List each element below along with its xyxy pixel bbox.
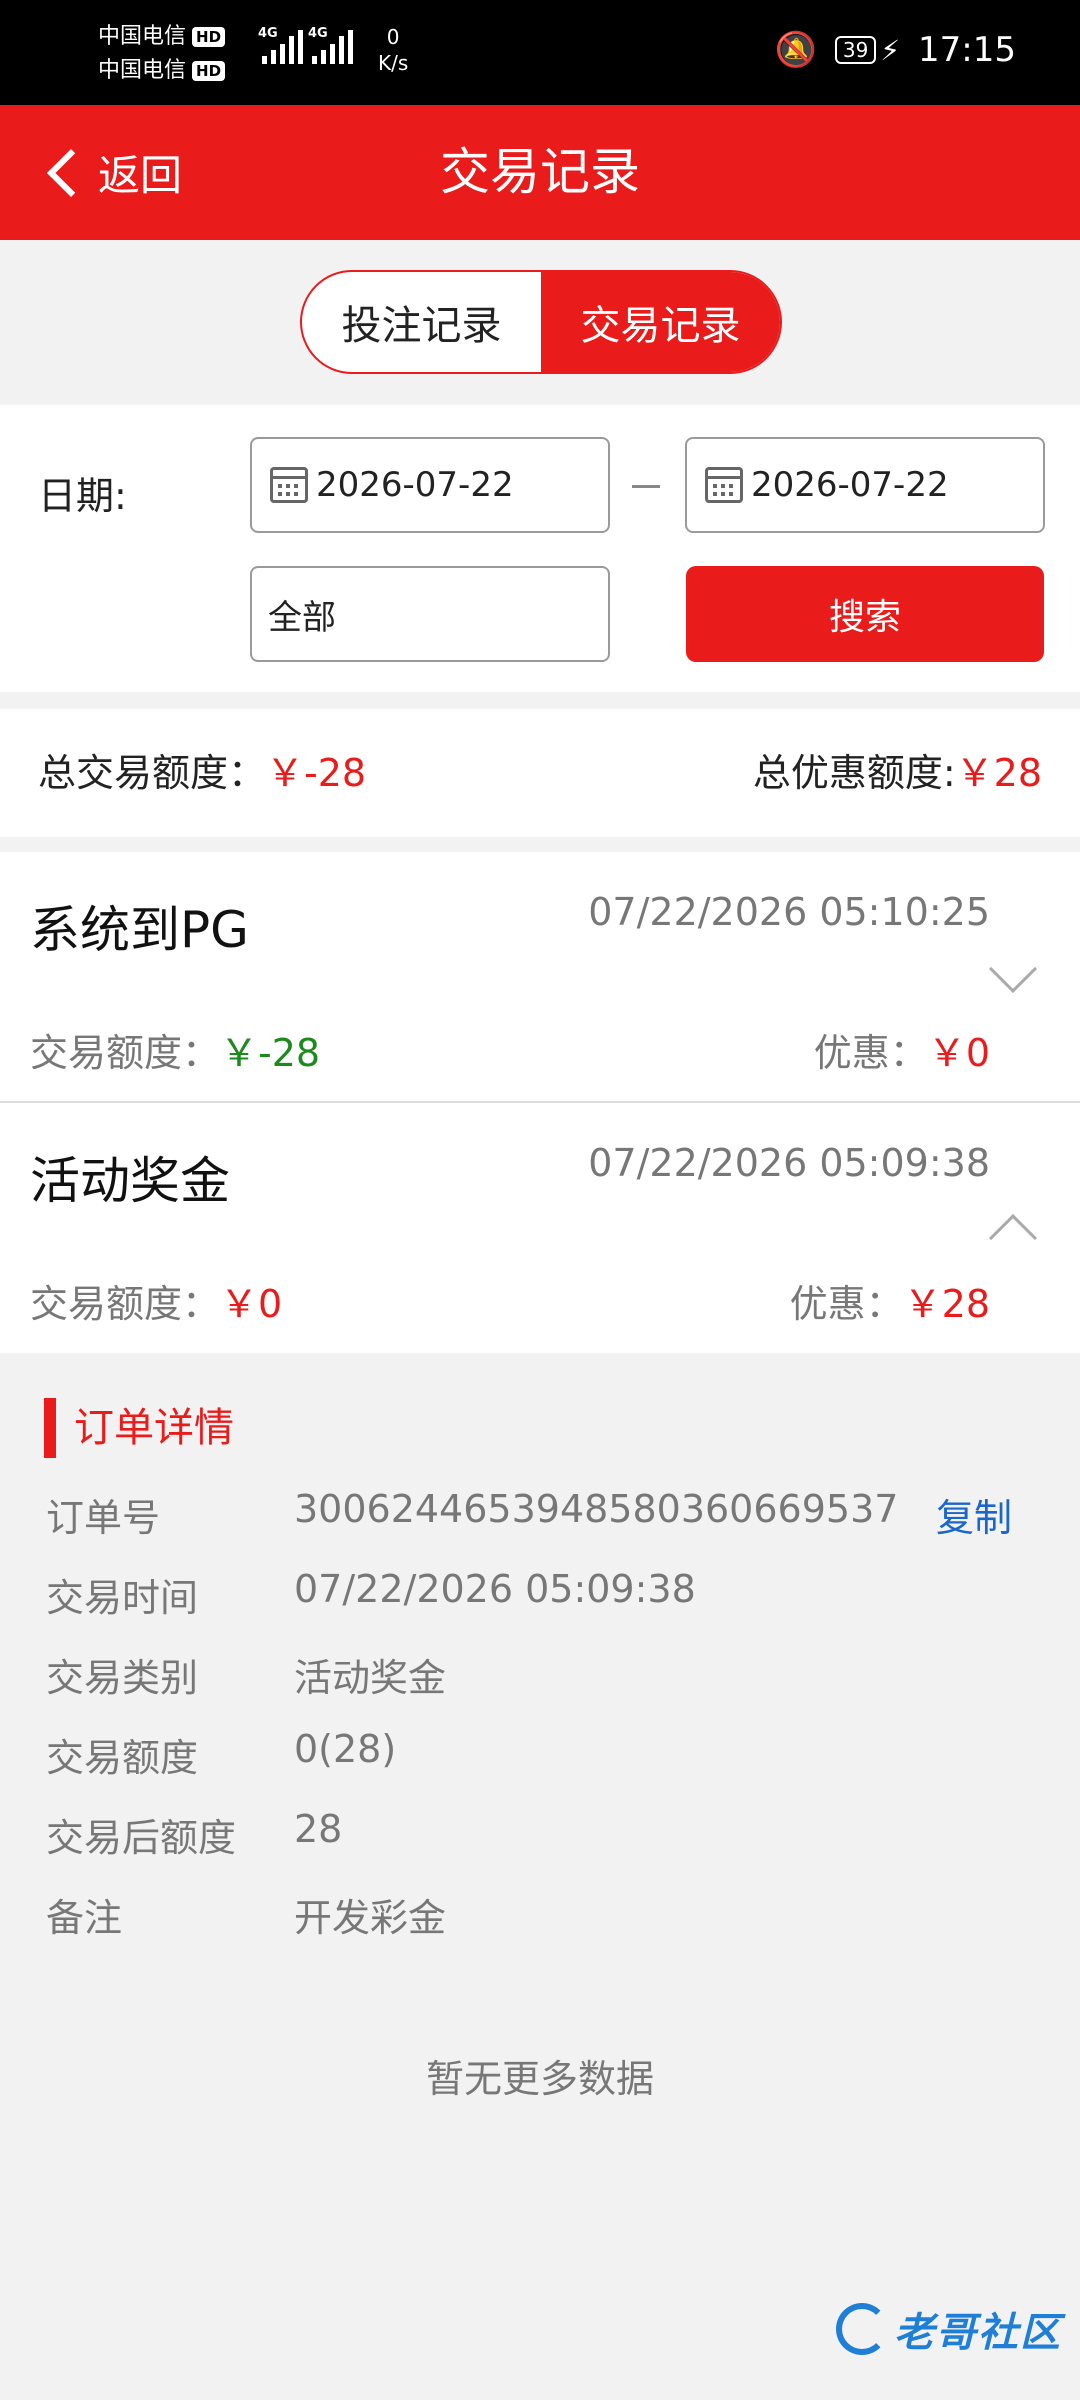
network-speed: 0 K/s — [378, 25, 409, 75]
order-details-title: 订单详情 — [44, 1398, 234, 1458]
record-discount-value: ￥0 — [927, 1031, 990, 1075]
record-time: 07/22/2026 05:09:38 — [588, 1141, 990, 1185]
total-discount: 总优惠额度:￥28 — [753, 709, 1042, 837]
total-transaction-value: ￥-28 — [266, 751, 367, 795]
dragon-logo-icon — [836, 2303, 888, 2355]
tab-bet-records[interactable]: 投注记录 — [302, 272, 541, 372]
hd-badge: HD — [192, 27, 226, 47]
record-discount: 优惠：￥28 — [789, 1282, 990, 1326]
signal-icon: 4G — [308, 26, 353, 64]
record-amount: 交易额度：￥-28 — [30, 1031, 321, 1075]
app-header: 返回 交易记录 — [0, 105, 1080, 240]
total-transaction-label: 总交易额度： — [38, 751, 267, 795]
carrier-2: 中国电信 — [98, 58, 187, 83]
search-button[interactable]: 搜索 — [686, 566, 1044, 662]
record-amount: 交易额度：￥0 — [30, 1282, 283, 1326]
detail-transaction-time: 交易时间 07/22/2026 05:09:38 — [46, 1567, 696, 1620]
bell-off-icon: 🔕 — [774, 30, 817, 70]
detail-transaction-amount: 交易额度 0(28) — [46, 1727, 397, 1780]
filter-panel: 日期: 2026-07-22 2026-07-22 全部 搜索 — [0, 405, 1080, 692]
totals-bar: 总交易额度：￥-28 总优惠额度:￥28 — [0, 709, 1080, 837]
hd-badge: HD — [192, 61, 226, 81]
clock: 17:15 — [918, 30, 1016, 70]
copy-button[interactable]: 复制 — [936, 1487, 1012, 1542]
end-date-value: 2026-07-22 — [751, 465, 949, 505]
record-item[interactable]: 活动奖金 07/22/2026 05:09:38 交易额度：￥0 优惠：￥28 — [0, 1103, 1080, 1353]
chevron-up-icon[interactable] — [988, 1213, 1038, 1263]
status-bar: 中国电信 HD 中国电信 HD 4G 4G 0 K/s 🔕 39 ⚡ 17:15 — [0, 0, 1080, 105]
watermark-text: 老哥社区 — [894, 2310, 1062, 2356]
page-title: 交易记录 — [440, 143, 640, 201]
detail-remark: 备注 开发彩金 — [46, 1896, 447, 1940]
record-item[interactable]: 系统到PG 07/22/2026 05:10:25 交易额度：￥-28 优惠：￥… — [0, 852, 1080, 1102]
record-name: 活动奖金 — [30, 1152, 230, 1210]
date-range-separator — [632, 485, 660, 488]
total-discount-label: 总优惠额度: — [752, 751, 956, 795]
tab-transaction-records[interactable]: 交易记录 — [541, 272, 780, 372]
record-type-tabs: 投注记录 交易记录 — [300, 270, 782, 374]
start-date-value: 2026-07-22 — [316, 465, 514, 505]
no-more-data: 暂无更多数据 — [425, 2057, 654, 2101]
watermark-logo: 老哥社区 — [836, 2300, 1062, 2358]
record-time: 07/22/2026 05:10:25 — [588, 890, 990, 934]
detail-order-number: 订单号 300624465394858036066953​7 — [46, 1487, 899, 1540]
record-name: 系统到PG — [30, 901, 249, 959]
date-label: 日期: — [38, 474, 127, 518]
carrier-1: 中国电信 — [98, 24, 187, 49]
record-amount-value: ￥0 — [220, 1282, 283, 1326]
calendar-icon — [270, 467, 308, 503]
total-discount-value: ￥28 — [955, 751, 1042, 795]
battery-icon: 39 ⚡ — [834, 34, 900, 67]
record-discount-value: ￥28 — [903, 1282, 990, 1326]
end-date-field[interactable]: 2026-07-22 — [685, 437, 1045, 533]
signal-icon: 4G — [258, 26, 303, 64]
record-discount: 优惠：￥0 — [813, 1031, 990, 1075]
carrier-info: 中国电信 HD 中国电信 HD — [98, 20, 226, 88]
detail-transaction-category: 交易类别 活动奖金 — [46, 1656, 447, 1700]
type-select[interactable]: 全部 — [250, 566, 610, 662]
record-amount-value: ￥-28 — [220, 1031, 321, 1075]
detail-balance-after: 交易后额度 28 — [46, 1807, 343, 1860]
chevron-down-icon[interactable] — [988, 944, 1038, 994]
type-select-value: 全部 — [268, 597, 336, 638]
total-transaction: 总交易额度：￥-28 — [38, 709, 366, 837]
start-date-field[interactable]: 2026-07-22 — [250, 437, 610, 533]
calendar-icon — [705, 467, 743, 503]
